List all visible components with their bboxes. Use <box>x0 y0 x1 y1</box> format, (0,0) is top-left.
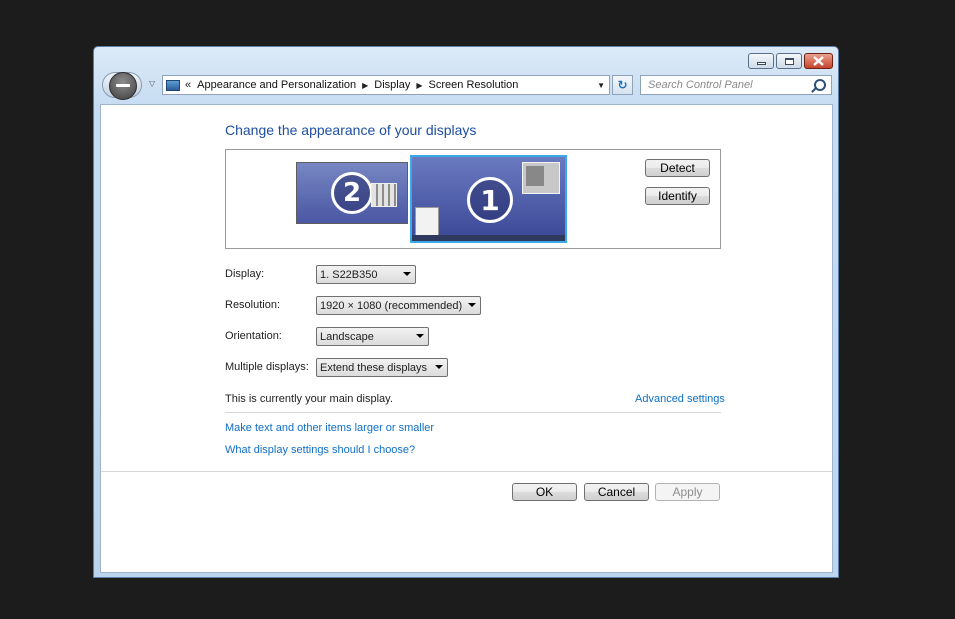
orientation-select-value: Landscape <box>320 330 374 343</box>
display-select-value: 1. S22B350 <box>320 268 378 281</box>
apply-button[interactable]: Apply <box>655 483 720 501</box>
breadcrumb-display[interactable]: Display <box>374 79 410 91</box>
ok-button[interactable]: OK <box>512 483 577 501</box>
address-dropdown-icon[interactable]: ▼ <box>597 81 605 90</box>
minimize-button[interactable] <box>748 53 774 69</box>
monitor-2[interactable]: 2 <box>296 162 408 224</box>
orientation-select[interactable]: Landscape <box>316 327 429 346</box>
monitor-number-badge: 2 <box>331 172 373 214</box>
control-panel-icon <box>166 79 180 91</box>
chevron-down-icon <box>416 334 424 338</box>
close-icon <box>813 56 824 66</box>
back-arrow-icon <box>109 72 137 100</box>
main-display-status: This is currently your main display. <box>225 393 393 405</box>
multiple-displays-select[interactable]: Extend these displays <box>316 358 448 377</box>
search-placeholder: Search Control Panel <box>648 79 753 91</box>
resolution-select-value: 1920 × 1080 (recommended) <box>320 299 463 312</box>
navigation-bar: ▽ « Appearance and Personalization ▶ Dis… <box>100 72 832 100</box>
search-input[interactable]: Search Control Panel <box>640 75 832 95</box>
screen-resolution-window: ▽ « Appearance and Personalization ▶ Dis… <box>93 46 839 578</box>
maximize-button[interactable] <box>776 53 802 69</box>
monitor-number-badge: 1 <box>467 177 513 223</box>
resolution-label: Resolution: <box>225 299 281 311</box>
page-title: Change the appearance of your displays <box>225 122 477 138</box>
breadcrumb-separator-icon[interactable]: ▶ <box>362 81 368 90</box>
chevron-down-icon <box>435 365 443 369</box>
orientation-label: Orientation: <box>225 330 282 342</box>
refresh-button[interactable]: ↻ <box>612 75 633 95</box>
maximize-icon <box>784 57 794 65</box>
chevron-down-icon <box>403 272 411 276</box>
chevron-down-icon <box>468 303 476 307</box>
identify-button[interactable]: Identify <box>645 187 710 205</box>
calculator-icon <box>371 183 397 207</box>
refresh-icon: ↻ <box>617 78 628 92</box>
search-icon[interactable] <box>814 79 826 91</box>
address-bar[interactable]: « Appearance and Personalization ▶ Displ… <box>162 75 610 95</box>
window-thumbnail-icon <box>522 162 560 194</box>
display-label: Display: <box>225 268 265 280</box>
detect-button[interactable]: Detect <box>645 159 710 177</box>
minimize-icon <box>756 61 766 65</box>
multiple-displays-select-value: Extend these displays <box>320 361 428 374</box>
breadcrumb-separator-icon[interactable]: ▶ <box>416 81 422 90</box>
document-thumbnail-icon <box>415 207 439 237</box>
recent-pages-chevron-icon[interactable]: ▽ <box>149 79 155 88</box>
breadcrumb-appearance[interactable]: Appearance and Personalization <box>197 79 356 91</box>
breadcrumb-screen-resolution[interactable]: Screen Resolution <box>429 79 519 91</box>
close-button[interactable] <box>804 53 833 69</box>
advanced-settings-link[interactable]: Advanced settings <box>635 393 725 405</box>
back-button[interactable] <box>102 72 142 100</box>
monitor-1[interactable]: 1 <box>410 155 567 243</box>
caption-buttons <box>748 53 833 69</box>
monitor-arrangement-panel: 2 1 Detect Identify <box>225 149 721 249</box>
display-settings-help-link[interactable]: What display settings should I choose? <box>225 444 415 456</box>
overflow-chevron-icon[interactable]: « <box>185 79 191 91</box>
content-area: Change the appearance of your displays 2… <box>100 104 833 573</box>
text-size-link[interactable]: Make text and other items larger or smal… <box>225 422 434 434</box>
resolution-select[interactable]: 1920 × 1080 (recommended) <box>316 296 481 315</box>
display-select[interactable]: 1. S22B350 <box>316 265 416 284</box>
multiple-displays-label: Multiple displays: <box>225 361 309 373</box>
footer-divider <box>101 471 832 472</box>
cancel-button[interactable]: Cancel <box>584 483 649 501</box>
taskbar-thumbnail <box>412 235 565 241</box>
divider <box>225 412 721 413</box>
